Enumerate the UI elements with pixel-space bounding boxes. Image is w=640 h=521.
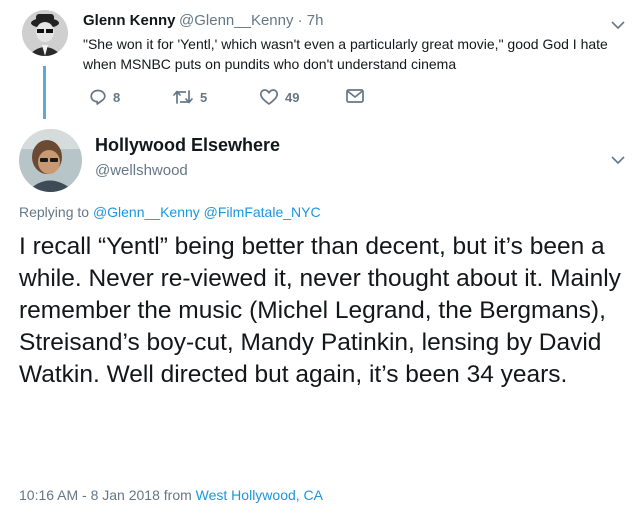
retweet-count: 5 xyxy=(200,89,208,105)
direct-message-button[interactable] xyxy=(345,88,365,104)
envelope-icon xyxy=(346,89,364,103)
tweet-author-name[interactable]: Hollywood Elsewhere xyxy=(95,135,280,156)
like-count: 49 xyxy=(285,89,300,105)
replying-to-line: Replying to @Glenn__Kenny @FilmFatale_NY… xyxy=(19,204,321,220)
retweet-action-button[interactable]: 5 xyxy=(172,88,207,106)
reply-action-button[interactable]: 8 xyxy=(89,88,120,106)
reply-icon xyxy=(90,89,106,105)
reply-author-avatar[interactable] xyxy=(22,10,68,56)
reply-tweet-text: "She won it for 'Yentl,' which wasn't ev… xyxy=(83,36,608,72)
thread-connector-line xyxy=(43,66,46,119)
reply-author-handle-time[interactable]: @Glenn__Kenny · 7h xyxy=(179,12,324,29)
chevron-down-icon[interactable] xyxy=(610,153,626,165)
mention-link[interactable]: @Glenn__Kenny xyxy=(93,204,200,220)
tweet-timestamp[interactable]: 10:16 AM - 8 Jan 2018 xyxy=(19,487,160,503)
tweet-author-handle[interactable]: @wellshwood xyxy=(95,162,188,179)
tweet-metadata: 10:16 AM - 8 Jan 2018 from West Hollywoo… xyxy=(19,487,323,503)
heart-icon xyxy=(259,89,279,105)
tweet-text: I recall “Yentl” being better than decen… xyxy=(19,233,621,388)
like-action-button[interactable]: 49 xyxy=(259,88,299,106)
mention-link[interactable]: @FilmFatale_NYC xyxy=(204,204,321,220)
chevron-down-icon[interactable] xyxy=(610,18,626,30)
from-label: from xyxy=(159,487,196,503)
replying-to-label: Replying to xyxy=(19,204,93,220)
location-link[interactable]: West Hollywood, CA xyxy=(196,487,323,503)
retweet-icon xyxy=(173,90,193,104)
reply-count: 8 xyxy=(113,89,121,105)
tweet-author-avatar[interactable] xyxy=(19,129,82,192)
reply-author-name[interactable]: Glenn Kenny xyxy=(83,12,176,29)
